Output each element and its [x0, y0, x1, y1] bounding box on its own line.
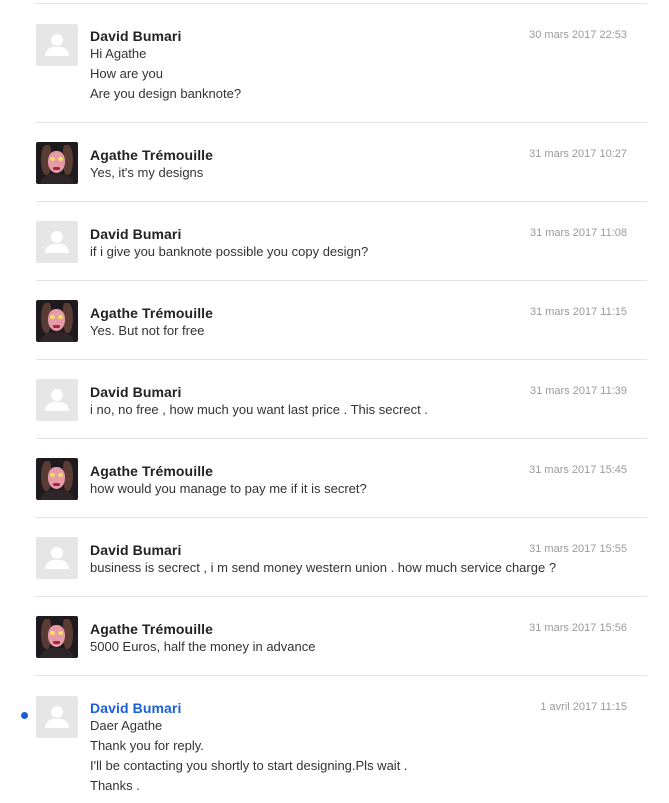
message-line: Hi Agathe [90, 46, 147, 61]
profile-photo-avatar[interactable] [36, 300, 78, 342]
message-line: How are you [90, 66, 163, 81]
message-body: 5000 Euros, half the money in advance [90, 637, 630, 657]
message-timestamp: 31 mars 2017 15:55 [529, 543, 627, 555]
message-line: Yes. But not for free [90, 323, 205, 338]
message-item[interactable]: Agathe Trémouille 31 mars 2017 11:15 Yes… [36, 281, 647, 360]
message-timestamp: 31 mars 2017 11:08 [529, 227, 627, 239]
message-line: Daer Agathe [90, 718, 163, 733]
message-body: Yes. But not for free [90, 321, 630, 341]
message-timestamp: 31 mars 2017 15:45 [529, 464, 627, 476]
message-body: Daer Agathe Thank you for reply. I'll be… [90, 716, 630, 796]
message-line: if i give you banknote possible you copy… [90, 244, 369, 259]
profile-photo-avatar[interactable] [36, 458, 78, 500]
profile-photo-avatar[interactable] [36, 142, 78, 184]
message-body: how would you manage to pay me if it is … [90, 479, 630, 499]
default-user-icon[interactable] [36, 696, 78, 738]
message-line: 5000 Euros, half the money in advance [90, 639, 316, 654]
message-line: Thank you for reply. [90, 738, 204, 753]
message-item[interactable]: David Bumari 31 mars 2017 11:39 i no, no… [36, 360, 647, 439]
message-item[interactable]: David Bumari 1 avril 2017 11:15 Daer Aga… [36, 676, 647, 803]
message-sender[interactable]: Agathe Trémouille [90, 621, 213, 637]
default-user-icon[interactable] [36, 379, 78, 421]
message-line: business is secrect , i m send money wes… [90, 560, 557, 575]
message-item[interactable]: Agathe Trémouille 31 mars 2017 15:56 500… [36, 597, 647, 676]
message-timestamp: 30 mars 2017 22:53 [529, 29, 627, 41]
message-sender[interactable]: David Bumari [90, 28, 181, 44]
message-sender[interactable]: David Bumari [90, 384, 181, 400]
message-item[interactable]: Agathe Trémouille 31 mars 2017 10:27 Yes… [36, 123, 647, 202]
message-timestamp: 1 avril 2017 11:15 [540, 701, 627, 713]
message-line: Yes, it's my designs [90, 165, 204, 180]
default-user-icon[interactable] [36, 221, 78, 263]
profile-photo-avatar[interactable] [36, 616, 78, 658]
default-user-icon[interactable] [36, 537, 78, 579]
message-body: i no, no free , how much you want last p… [90, 400, 630, 420]
message-sender[interactable]: David Bumari [90, 226, 181, 242]
message-line: i no, no free , how much you want last p… [90, 402, 428, 417]
message-sender[interactable]: David Bumari [90, 542, 181, 558]
message-item[interactable]: David Bumari 30 mars 2017 22:53 Hi Agath… [36, 4, 647, 123]
message-timestamp: 31 mars 2017 11:39 [529, 385, 627, 397]
message-item[interactable]: David Bumari 31 mars 2017 11:08 if i giv… [36, 202, 647, 281]
message-line: Are you design banknote? [90, 86, 242, 101]
message-body: Hi Agathe How are you Are you design ban… [90, 44, 630, 104]
message-line: how would you manage to pay me if it is … [90, 481, 367, 496]
message-sender[interactable]: Agathe Trémouille [90, 147, 213, 163]
message-timestamp: 31 mars 2017 15:56 [529, 622, 627, 634]
default-user-icon[interactable] [36, 24, 78, 66]
unread-indicator-icon [21, 712, 28, 719]
message-body: business is secrect , i m send money wes… [90, 558, 630, 578]
message-timestamp: 31 mars 2017 10:27 [529, 148, 627, 160]
message-body: Yes, it's my designs [90, 163, 630, 183]
message-timestamp: 31 mars 2017 11:15 [529, 306, 627, 318]
message-sender[interactable]: David Bumari [90, 700, 181, 716]
message-item[interactable]: David Bumari 31 mars 2017 15:55 business… [36, 518, 647, 597]
message-line: Thanks . [90, 778, 140, 793]
message-item[interactable]: Agathe Trémouille 31 mars 2017 15:45 how… [36, 439, 647, 518]
message-sender[interactable]: Agathe Trémouille [90, 463, 213, 479]
message-sender[interactable]: Agathe Trémouille [90, 305, 213, 321]
message-body: if i give you banknote possible you copy… [90, 242, 630, 262]
message-line: I'll be contacting you shortly to start … [90, 758, 408, 773]
